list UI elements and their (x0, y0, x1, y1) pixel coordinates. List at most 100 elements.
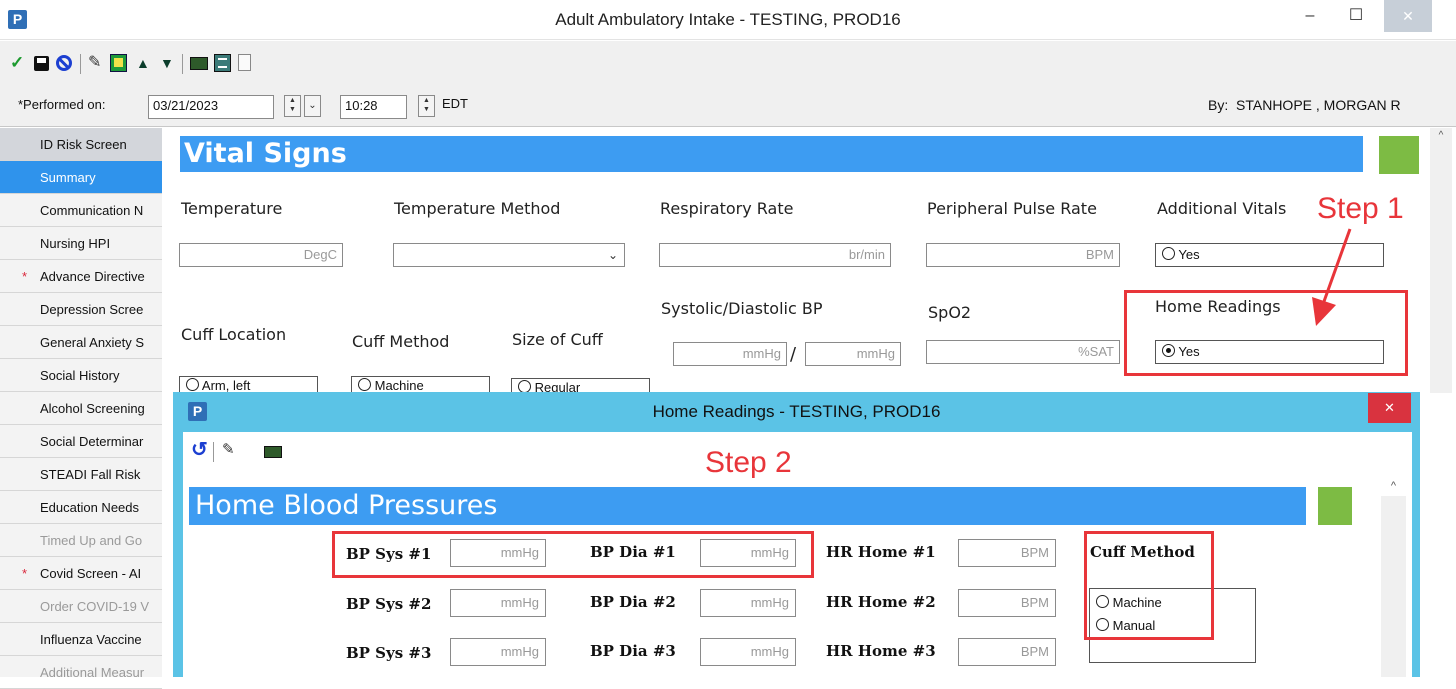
bp-dia-label: BP Dia #3 (590, 642, 676, 660)
step1-arrow-icon (1312, 228, 1352, 326)
sidebar-item-label: Education Needs (40, 500, 140, 515)
bp-dia-input[interactable]: mmHg (700, 638, 796, 666)
performed-by: By: STANHOPE , MORGAN R (1208, 97, 1401, 113)
list-icon[interactable] (214, 54, 231, 72)
refresh-icon[interactable]: ↺ (191, 437, 208, 462)
vital-signs-header: Vital Signs (180, 136, 1363, 172)
temperature-method-select[interactable]: ⌄ (393, 243, 625, 267)
sidebar-item-label: Nursing HPI (40, 236, 111, 251)
spo2-input[interactable]: %SAT (926, 340, 1120, 364)
dialog-close-button[interactable]: ✕ (1368, 393, 1411, 423)
respiratory-rate-label: Respiratory Rate (660, 199, 794, 218)
peripheral-pulse-label: Peripheral Pulse Rate (927, 199, 1097, 218)
bp-sys-input[interactable]: mmHg (450, 589, 546, 617)
sidebar-item-label: Social History (40, 368, 120, 383)
scroll-up-icon[interactable]: ^ (1430, 128, 1452, 144)
additional-vitals-label: Additional Vitals (1157, 199, 1287, 218)
hr-home-input[interactable]: BPM (958, 539, 1056, 567)
sidebar-item[interactable]: Social History (0, 359, 162, 392)
bp-dia-input[interactable]: mmHg (700, 589, 796, 617)
additional-vitals-option: Yes (1178, 247, 1200, 262)
hr-home-input[interactable]: BPM (958, 638, 1056, 666)
sidebar-item-label: Social Determinar (40, 434, 144, 449)
down-arrow-icon[interactable]: ▼ (160, 53, 174, 73)
cuff-method-label: Cuff Method (352, 332, 450, 351)
sidebar-item-label: Covid Screen - AI (40, 566, 142, 581)
temperature-secondary-field (179, 278, 343, 304)
sidebar-item[interactable]: * Advance Directive (0, 260, 162, 293)
sidebar-item-label: Advance Directive (40, 269, 145, 284)
scroll-up-icon[interactable]: ^ (1381, 476, 1406, 496)
sidebar-item-label: Timed Up and Go (40, 533, 143, 548)
sidebar-item-label: Additional Measur (40, 665, 145, 680)
sidebar-item-label: Influenza Vaccine (40, 632, 142, 647)
calculator-icon[interactable] (190, 57, 208, 70)
time-spinner[interactable]: ▲ ▼ (418, 95, 435, 117)
sidebar-item[interactable]: Communication N (0, 194, 162, 227)
temperature-method-label: Temperature Method (394, 199, 561, 218)
dialog-status-indicator (1318, 487, 1352, 525)
cuff-method-radio[interactable] (358, 378, 371, 391)
home-readings-highlight (1124, 290, 1408, 376)
step2-annotation: Step 2 (705, 446, 792, 479)
calendar-icon[interactable] (110, 54, 127, 72)
temperature-input[interactable]: DegC (179, 243, 343, 267)
save-icon[interactable] (34, 56, 49, 71)
hr-home-label: HR Home #2 (826, 593, 936, 611)
performed-date-field[interactable]: 03/21/2023 (148, 95, 274, 119)
sidebar-item[interactable]: Education Needs (0, 491, 162, 524)
sidebar-item[interactable]: Alcohol Screening (0, 392, 162, 425)
check-icon[interactable]: ✓ (10, 53, 24, 73)
sidebar-item[interactable]: General Anxiety S (0, 326, 162, 359)
systolic-input[interactable]: mmHg (673, 342, 787, 366)
home-blood-pressures-header: Home Blood Pressures (189, 487, 1306, 525)
sidebar-item[interactable]: * Covid Screen - AI (0, 557, 162, 590)
calculator-icon[interactable] (264, 446, 282, 458)
sidebar-item[interactable]: Nursing HPI (0, 227, 162, 260)
sidebar-item[interactable]: ID Risk Screen (0, 128, 162, 161)
hr-home-input[interactable]: BPM (958, 589, 1056, 617)
date-dropdown-button[interactable]: ⌄ (304, 95, 321, 117)
maximize-button[interactable]: ☐ (1336, 0, 1376, 32)
sidebar-item-label: Summary (40, 170, 96, 185)
respiratory-rate-input[interactable]: br/min (659, 243, 891, 267)
timezone-label: EDT (442, 96, 468, 111)
sidebar-item[interactable]: Summary (0, 161, 162, 194)
sidebar-item[interactable]: Depression Scree (0, 293, 162, 326)
cancel-icon[interactable] (56, 55, 72, 71)
required-marker: * (22, 269, 28, 284)
document-icon[interactable] (238, 54, 251, 71)
diastolic-input[interactable]: mmHg (805, 342, 901, 366)
sidebar-item-label: Alcohol Screening (40, 401, 145, 416)
close-window-button[interactable]: ✕ (1384, 0, 1432, 32)
dialog-scrollbar[interactable]: ^ (1381, 476, 1406, 677)
up-arrow-icon[interactable]: ▲ (136, 53, 150, 73)
sidebar-item-label: General Anxiety S (40, 335, 145, 350)
sidebar-item[interactable]: Social Determinar (0, 425, 162, 458)
sign-icon[interactable]: ✎ (222, 440, 235, 458)
bp-sys-label: BP Sys #2 (346, 595, 432, 613)
status-indicator (1379, 136, 1419, 174)
cuff-location-radio[interactable] (186, 378, 199, 391)
performed-by-name: STANHOPE , MORGAN R (1236, 97, 1401, 113)
sidebar-item[interactable]: Influenza Vaccine (0, 623, 162, 656)
systolic-diastolic-label: Systolic/Diastolic BP (661, 299, 823, 318)
performed-time-field[interactable]: 10:28 (340, 95, 407, 119)
performed-by-label: By: (1208, 97, 1229, 113)
additional-vitals-radio[interactable] (1162, 247, 1175, 260)
sign-icon[interactable]: ✎ (88, 53, 101, 73)
date-spinner[interactable]: ▲ ▼ (284, 95, 301, 117)
bp-sys-input[interactable]: mmHg (450, 638, 546, 666)
hr-home-label: HR Home #1 (826, 543, 936, 561)
sidebar-item-label: Communication N (40, 203, 144, 218)
sidebar-item[interactable]: Timed Up and Go (0, 524, 162, 557)
minimize-button[interactable]: – (1290, 0, 1330, 32)
vertical-scrollbar[interactable]: ^ (1430, 128, 1452, 393)
sidebar-item[interactable]: Order COVID-19 V (0, 590, 162, 623)
toolbar-separator (80, 54, 81, 74)
peripheral-pulse-input[interactable]: BPM (926, 243, 1120, 267)
sidebar-item[interactable]: STEADI Fall Risk (0, 458, 162, 491)
sidebar-item-label: Order COVID-19 V (40, 599, 150, 614)
sidebar-item[interactable]: Additional Measur (0, 656, 162, 689)
dialog-title: Home Readings - TESTING, PROD16 (652, 402, 941, 421)
